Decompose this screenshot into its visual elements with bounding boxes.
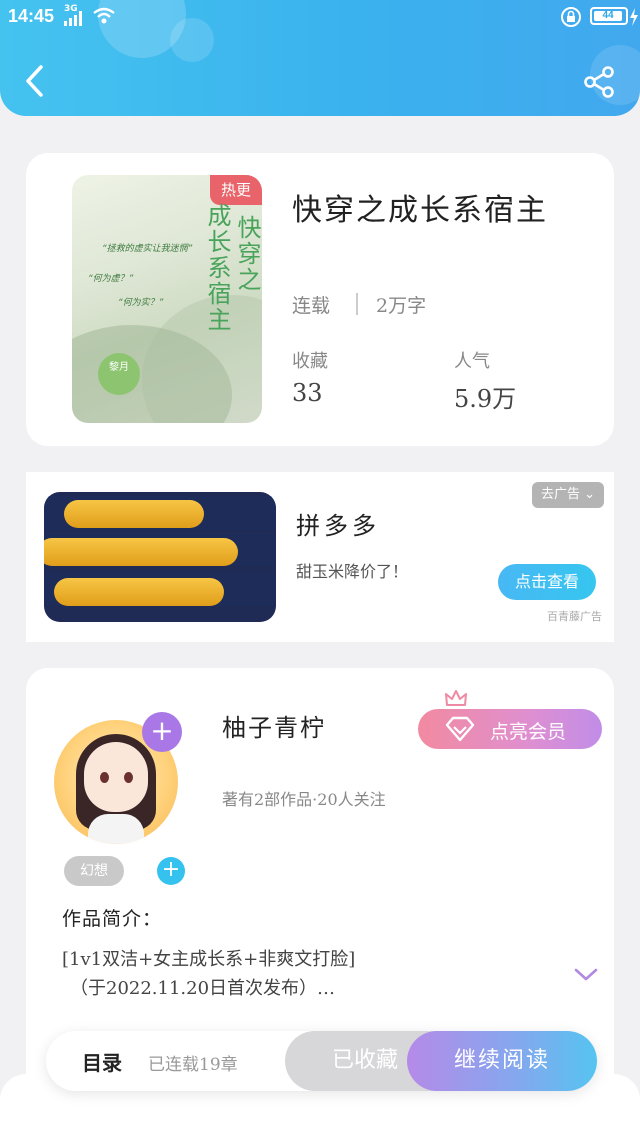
remove-ad-button[interactable]: 去广告 ⌄ (532, 482, 604, 508)
bottom-action-bar: 目录 已连载19章 已收藏 继续阅读 (46, 1031, 597, 1091)
favorites-value: 33 (292, 379, 323, 407)
battery-indicator: 44 (590, 7, 628, 25)
author-name[interactable]: 柚子青柠 (222, 708, 326, 743)
genre-tag[interactable]: 幻想 (64, 856, 124, 886)
ad-image-decor (44, 538, 238, 566)
avatar-decor (84, 742, 148, 812)
divider (356, 293, 358, 315)
favorites-label: 收藏 (292, 351, 328, 372)
diamond-icon (445, 716, 475, 742)
popularity-label: 人气 (454, 351, 490, 372)
signal-icon (64, 11, 82, 26)
add-tag-button[interactable]: + (157, 857, 185, 885)
ad-image-decor (64, 500, 204, 528)
continue-reading-button[interactable]: 继续阅读 (407, 1031, 597, 1091)
wifi-icon (93, 7, 115, 24)
vip-button-label: 点亮会员 (490, 721, 567, 743)
avatar-decor (100, 772, 109, 783)
back-icon[interactable] (22, 64, 48, 98)
expand-icon[interactable] (574, 968, 598, 982)
book-cover[interactable]: 热更 快穿之 成长系宿主 “拯救的虚实让我迷惘” “何为虚？” “何为实？” 黎… (72, 175, 262, 423)
cover-author-seal: 黎月 (98, 353, 140, 395)
status-bar: 14:45 3G 44 (0, 0, 640, 34)
cover-quote: “拯救的虚实让我迷惘” (102, 244, 193, 254)
chapter-count[interactable]: 已连载19章 (148, 1050, 238, 1075)
follow-author-button[interactable]: + (142, 712, 182, 752)
cover-title-line: 成长系宿主 (203, 203, 231, 333)
vip-button[interactable]: 点亮会员 (418, 709, 602, 749)
intro-date: （于2022.11.20日首次发布）… (70, 978, 336, 999)
status-time: 14:45 (8, 6, 55, 26)
header: 14:45 3G 44 (0, 0, 640, 116)
avatar-decor (124, 772, 133, 783)
ad-title: 拼多多 (296, 512, 380, 540)
intro-text: [1v1双洁+女主成长系+非爽文打脸] (62, 949, 356, 970)
battery-level: 44 (594, 11, 622, 21)
avatar-decor (88, 814, 144, 844)
intro-heading: 作品简介： (62, 908, 163, 930)
lock-icon (561, 7, 581, 27)
cover-quote: “何为实？” (118, 298, 164, 308)
hot-update-badge: 热更 (210, 175, 262, 205)
charge-icon (630, 8, 638, 26)
book-status: 连载 (292, 295, 331, 317)
ad-image-decor (54, 578, 224, 606)
book-info-card: 热更 快穿之 成长系宿主 “拯救的虚实让我迷惘” “何为虚？” “何为实？” 黎… (26, 153, 614, 446)
ad-description: 甜玉米降价了！ (296, 562, 409, 581)
share-icon[interactable] (584, 66, 616, 98)
toc-button[interactable]: 目录 (82, 1047, 122, 1076)
word-count: 2万字 (376, 295, 427, 317)
ad-image[interactable] (44, 492, 276, 622)
popularity-value: 5.9万 (454, 385, 517, 413)
book-title: 快穿之成长系宿主 (292, 193, 548, 228)
cover-quote: “何为虚？” (88, 274, 134, 284)
crown-icon (445, 690, 467, 706)
author-meta: 著有2部作品·20人关注 (222, 790, 386, 809)
ad-banner[interactable]: 去广告 ⌄ 拼多多 甜玉米降价了！ 点击查看 百青藤广告 (26, 472, 614, 642)
ad-view-button[interactable]: 点击查看 (498, 564, 596, 600)
ad-source: 百青藤广告 (547, 610, 602, 623)
